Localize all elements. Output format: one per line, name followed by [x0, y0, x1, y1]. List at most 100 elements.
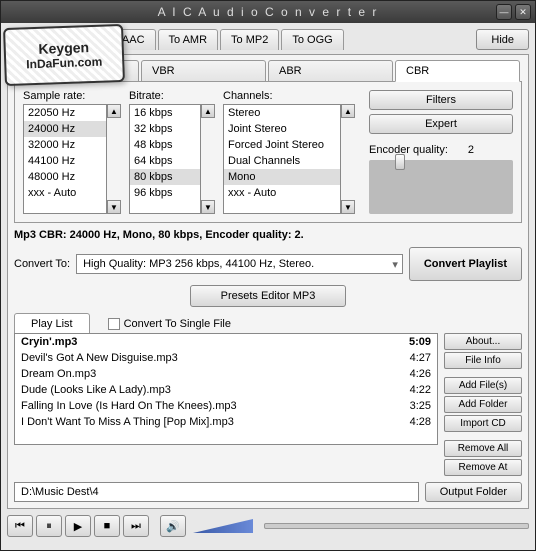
playlist-area: Cryin'.mp35:09 Devil's Got A New Disguis… — [14, 333, 522, 476]
playlist-tab[interactable]: Play List — [14, 313, 90, 334]
add-folder-button[interactable]: Add Folder — [444, 396, 522, 413]
list-item[interactable]: Joint Stereo — [224, 121, 340, 137]
playlist-side-buttons: About... File Info Add File(s) Add Folde… — [444, 333, 522, 476]
hide-button[interactable]: Hide — [476, 29, 529, 50]
output-folder-button[interactable]: Output Folder — [425, 482, 522, 502]
scroll-up-icon[interactable]: ▲ — [341, 104, 355, 118]
format-panel: Pre VBR ABR CBR Sample rate: 22050 Hz 24… — [7, 54, 529, 509]
close-button[interactable]: ✕ — [515, 4, 531, 20]
list-item[interactable]: 32 kbps — [130, 121, 200, 137]
tab-to-amr[interactable]: To AMR — [158, 29, 219, 50]
filters-button[interactable]: Filters — [369, 90, 513, 110]
titlebar: A I C A u d i o C o n v e r t e r — ✕ — [1, 1, 535, 23]
list-item[interactable]: 80 kbps — [130, 169, 200, 185]
list-item[interactable]: 96 kbps — [130, 185, 200, 201]
list-item[interactable]: xxx - Auto — [224, 185, 340, 201]
playlist-row[interactable]: Cryin'.mp35:09 — [15, 334, 437, 350]
volume-slider[interactable] — [193, 519, 253, 533]
expert-button[interactable]: Expert — [369, 114, 513, 134]
sample-rate-group: Sample rate: 22050 Hz 24000 Hz 32000 Hz … — [23, 90, 121, 214]
checkbox-icon[interactable] — [108, 318, 120, 330]
play-icon: ▶ — [74, 520, 82, 533]
stop-icon: ■ — [104, 520, 111, 532]
encoder-quality-slider[interactable] — [369, 160, 513, 214]
list-item[interactable]: 32000 Hz — [24, 137, 106, 153]
cbr-right-column: Filters Expert Encoder quality: 2 — [363, 90, 513, 214]
scroll-up-icon[interactable]: ▲ — [107, 104, 121, 118]
playlist[interactable]: Cryin'.mp35:09 Devil's Got A New Disguis… — [14, 333, 438, 445]
playlist-row[interactable]: Dream On.mp3 4:26 — [15, 366, 437, 382]
tab-vbr[interactable]: VBR — [141, 60, 266, 82]
list-item[interactable]: 22050 Hz — [24, 105, 106, 121]
list-item[interactable]: 24000 Hz — [24, 121, 106, 137]
file-info-button[interactable]: File Info — [444, 352, 522, 369]
track-name: Devil's Got A New Disguise.mp3 — [21, 352, 178, 364]
playlist-row[interactable]: Falling In Love (Is Hard On The Knees).m… — [15, 398, 437, 414]
playlist-row[interactable]: Dude (Looks Like A Lady).mp34:22 — [15, 382, 437, 398]
content: Keygen InDaFun.com To M To AAC To AMR To… — [1, 23, 535, 550]
play-button[interactable]: ▶ — [65, 515, 91, 537]
pause-icon: ⏸ — [46, 520, 52, 533]
scroll-down-icon[interactable]: ▼ — [107, 200, 121, 214]
pause-button[interactable]: ⏸ — [36, 515, 62, 537]
output-path-input[interactable]: D:\Music Dest\4 — [14, 482, 419, 502]
list-item[interactable]: 48 kbps — [130, 137, 200, 153]
list-item[interactable]: 64 kbps — [130, 153, 200, 169]
channels-label: Channels: — [223, 90, 355, 102]
convert-to-dropdown[interactable]: High Quality: MP3 256 kbps, 44100 Hz, St… — [76, 254, 403, 274]
list-item[interactable]: Mono — [224, 169, 340, 185]
track-duration: 3:25 — [410, 400, 431, 412]
list-item[interactable]: 48000 Hz — [24, 169, 106, 185]
track-name: Falling In Love (Is Hard On The Knees).m… — [21, 400, 237, 412]
remove-all-button[interactable]: Remove All — [444, 440, 522, 457]
convert-playlist-button[interactable]: Convert Playlist — [409, 247, 522, 281]
import-cd-button[interactable]: Import CD — [444, 415, 522, 432]
channels-scroll: ▲ ▼ — [341, 104, 355, 214]
convert-to-label: Convert To: — [14, 258, 70, 270]
convert-single-checkbox[interactable]: Convert To Single File — [108, 318, 231, 330]
track-name: Dream On.mp3 — [21, 368, 96, 380]
tab-abr[interactable]: ABR — [268, 60, 393, 82]
app-window: A I C A u d i o C o n v e r t e r — ✕ Ke… — [0, 0, 536, 551]
scroll-down-icon[interactable]: ▼ — [341, 200, 355, 214]
track-duration: 4:26 — [410, 368, 431, 380]
bitrate-scroll: ▲ ▼ — [201, 104, 215, 214]
bitrate-group: Bitrate: 16 kbps 32 kbps 48 kbps 64 kbps… — [129, 90, 215, 214]
convert-single-label: Convert To Single File — [124, 318, 231, 330]
encoder-quality-label: Encoder quality: — [369, 144, 448, 156]
playlist-row[interactable]: I Don't Want To Miss A Thing [Pop Mix].m… — [15, 414, 437, 430]
encoder-quality-row: Encoder quality: 2 — [369, 144, 513, 156]
next-button[interactable]: ⏭ — [123, 515, 149, 537]
channels-list[interactable]: Stereo Joint Stereo Forced Joint Stereo … — [223, 104, 341, 214]
add-files-button[interactable]: Add File(s) — [444, 377, 522, 394]
tab-to-mp2[interactable]: To MP2 — [220, 29, 279, 50]
scroll-up-icon[interactable]: ▲ — [201, 104, 215, 118]
volume-button[interactable]: 🔊 — [160, 515, 186, 537]
stop-button[interactable]: ■ — [94, 515, 120, 537]
progress-bar[interactable] — [264, 523, 529, 529]
minimize-button[interactable]: — — [496, 4, 512, 20]
prev-button[interactable]: ⏮ — [7, 515, 33, 537]
playlist-row[interactable]: Devil's Got A New Disguise.mp3 4:27 — [15, 350, 437, 366]
track-duration: 4:27 — [410, 352, 431, 364]
list-item[interactable]: Dual Channels — [224, 153, 340, 169]
channels-group: Channels: Stereo Joint Stereo Forced Joi… — [223, 90, 355, 214]
list-item[interactable]: xxx - Auto — [24, 185, 106, 201]
sample-rate-list[interactable]: 22050 Hz 24000 Hz 32000 Hz 44100 Hz 4800… — [23, 104, 107, 214]
slider-thumb[interactable] — [395, 154, 405, 170]
list-item[interactable]: 16 kbps — [130, 105, 200, 121]
tab-cbr[interactable]: CBR — [395, 60, 520, 82]
list-item[interactable]: 44100 Hz — [24, 153, 106, 169]
presets-editor-button[interactable]: Presets Editor MP3 — [190, 285, 347, 307]
scroll-down-icon[interactable]: ▼ — [201, 200, 215, 214]
about-button[interactable]: About... — [444, 333, 522, 350]
sample-rate-label: Sample rate: — [23, 90, 121, 102]
remove-at-button[interactable]: Remove At — [444, 459, 522, 476]
list-item[interactable]: Forced Joint Stereo — [224, 137, 340, 153]
tab-to-ogg[interactable]: To OGG — [281, 29, 343, 50]
app-title: A I C A u d i o C o n v e r t e r — [158, 5, 379, 19]
bitrate-list[interactable]: 16 kbps 32 kbps 48 kbps 64 kbps 80 kbps … — [129, 104, 201, 214]
output-row: D:\Music Dest\4 Output Folder — [14, 482, 522, 502]
list-item[interactable]: Stereo — [224, 105, 340, 121]
window-buttons: — ✕ — [496, 4, 531, 20]
